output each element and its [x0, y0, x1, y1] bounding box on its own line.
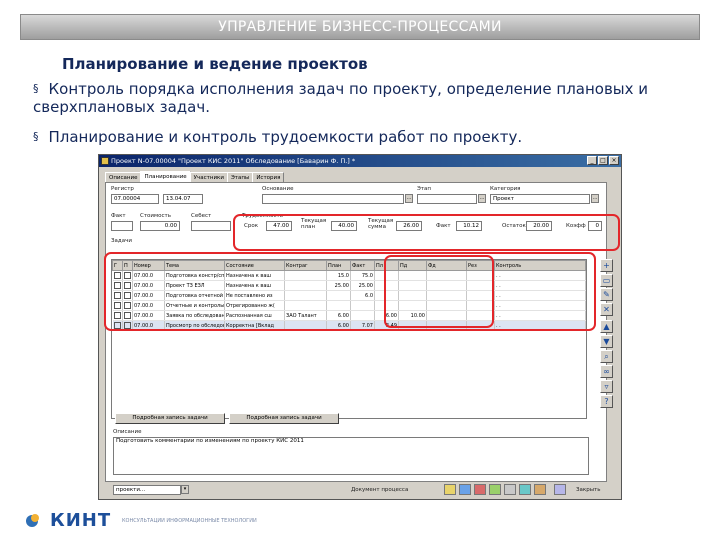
edit-task-icon[interactable]: ✎ [600, 288, 613, 301]
export-icon[interactable] [519, 484, 531, 495]
comment-field[interactable]: Подготовить комментарии по изменениям по… [113, 437, 589, 475]
save-icon[interactable] [459, 484, 471, 495]
add-task-icon[interactable]: + [600, 259, 613, 272]
print-icon[interactable] [474, 484, 486, 495]
basis-field[interactable] [262, 194, 404, 204]
slide-banner: УПРАВЛЕНИЕ БИЗНЕСС-ПРОЦЕССАМИ [20, 14, 700, 40]
bullet-item: § Планирование и контроль трудоемкости ра… [33, 128, 523, 146]
bottom-dropdown[interactable]: проекти... [113, 485, 181, 495]
close-button[interactable]: Закрыть [576, 487, 601, 493]
plan-fact-highlight-frame [384, 255, 494, 328]
self-cost-field[interactable] [191, 221, 231, 231]
fact-label: Факт [111, 213, 126, 219]
doc-process-label[interactable]: Документ процесса [351, 487, 408, 493]
close-window-button[interactable]: × [609, 156, 619, 165]
link-icon[interactable]: ∞ [600, 365, 613, 378]
stage-field[interactable] [417, 194, 477, 204]
labor-highlight-frame [233, 214, 620, 251]
stage-browse-button[interactable]: ... [478, 194, 486, 203]
cost-label: Стоимость [140, 213, 171, 219]
basis-label: Основание [262, 186, 294, 192]
window-titlebar: Проект N-07.00004 "Проект КИС 2011" Обсл… [99, 155, 621, 167]
registry-number-field[interactable]: 07.00004 [111, 194, 159, 204]
company-logo: КИНТ КОНСУЛЬТАЦИИ ИНФОРМАЦИОННЫЕ ТЕХНОЛО… [22, 509, 282, 533]
slide-heading: Планирование и ведение проектов [62, 55, 368, 73]
window-title: Проект N-07.00004 "Проект КИС 2011" Обсл… [111, 157, 356, 165]
help-icon[interactable] [554, 484, 566, 495]
tasks-highlight-frame [104, 252, 596, 331]
help-icon[interactable]: ? [600, 395, 613, 408]
registry-date-field[interactable]: 13.04.07 [163, 194, 203, 204]
category-label: Категория [490, 186, 521, 192]
move-down-icon[interactable]: ▼ [600, 335, 613, 348]
folder-icon[interactable] [444, 484, 456, 495]
basis-browse-button[interactable]: ... [405, 194, 413, 203]
attach-icon[interactable] [534, 484, 546, 495]
tools-icon[interactable] [504, 484, 516, 495]
filter-icon[interactable]: ▿ [600, 380, 613, 393]
category-field[interactable]: Проект [490, 194, 590, 204]
fact-field[interactable] [111, 221, 133, 231]
cost-field[interactable]: 0.00 [140, 221, 180, 231]
stage-label: Этап [417, 186, 432, 192]
comment-label: Описание [113, 429, 142, 435]
maximize-button[interactable]: □ [598, 156, 608, 165]
bullet-item: § Контроль порядка исполнения задач по пр… [33, 80, 649, 116]
refresh-icon[interactable] [489, 484, 501, 495]
task-record-button-2[interactable]: Подробная запись задачи [229, 413, 339, 424]
logo-tagline: КОНСУЛЬТАЦИИ ИНФОРМАЦИОННЫЕ ТЕХНОЛОГИИ [122, 518, 257, 524]
logo-text: КИНТ [50, 510, 112, 531]
app-icon [101, 157, 109, 165]
move-up-icon[interactable]: ▲ [600, 320, 613, 333]
dropdown-arrow[interactable]: ▾ [181, 485, 189, 494]
bullet-marker: § [33, 82, 39, 95]
delete-task-icon[interactable]: ✕ [600, 303, 613, 316]
bullet-marker: § [33, 130, 39, 143]
category-browse-button[interactable]: ... [591, 194, 599, 203]
self-cost-label: Себест [191, 213, 212, 219]
registry-label: Регистр [111, 186, 134, 192]
task-record-button-1[interactable]: Подробная запись задачи [115, 413, 225, 424]
copy-task-icon[interactable]: ▭ [600, 274, 613, 287]
tasks-label: Задачи [111, 238, 132, 244]
minimize-button[interactable]: _ [587, 156, 597, 165]
search-icon[interactable]: ⌕ [600, 350, 613, 363]
